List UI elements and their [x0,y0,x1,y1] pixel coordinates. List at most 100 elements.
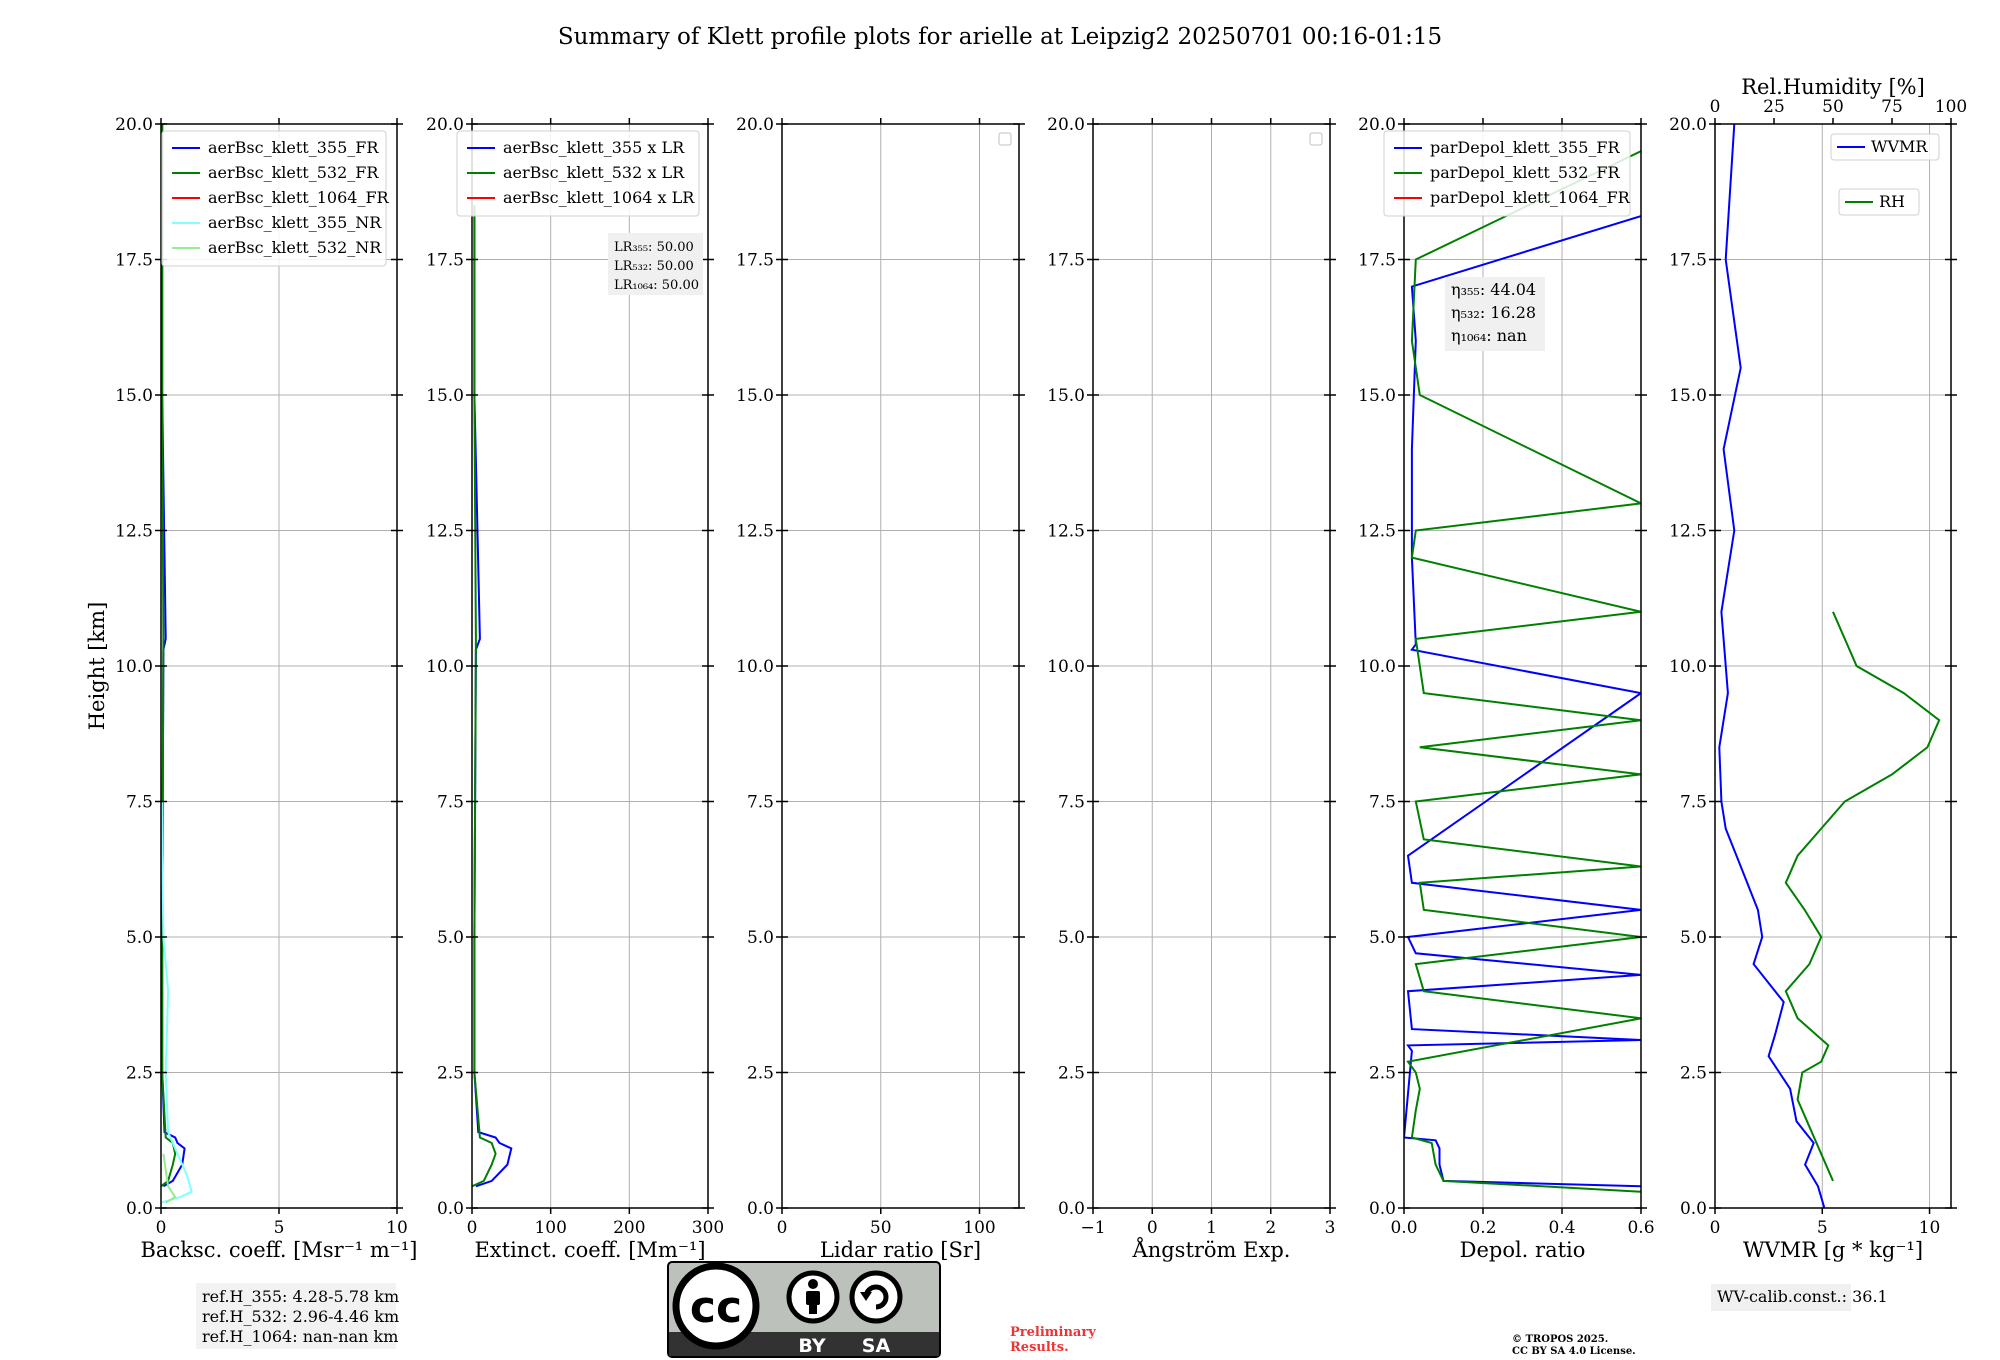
panel-lr: 0.0 2.5 5.0 7.5 10.0 12.5 15.0 17.5 20.0 0 50 100Li… [736,115,1025,1262]
y-tick-label: 2.5 [437,1064,464,1084]
annotation-text: η₃₅₅: 44.04 [1451,280,1536,299]
y-tick-label: 17.5 [1358,251,1396,271]
x-tick-label: −1 [1080,1218,1105,1238]
y-tick-label: 12.5 [1669,522,1707,542]
panel-ext: 0.02.55.07.510.012.515.017.520.00 100 200 3… [426,115,724,1262]
y-tick-label: 12.5 [736,522,774,542]
x2-tick-label: 0 [1710,97,1721,117]
series-line-aerBsc_klett_532_FR [161,124,177,1188]
legend-label: parDepol_klett_355_FR [1430,138,1621,157]
legend-label: parDepol_klett_532_FR [1430,163,1621,182]
x-axis-label: Depol. ratio [1460,1238,1586,1262]
cc-by-sa-logo: cc BY SA [667,1261,941,1358]
legend-label: aerBsc_klett_355 x LR [503,138,685,157]
x-tick-label: 0 [467,1218,478,1238]
y-tick-label: 5.0 [747,928,774,948]
x-tick-label: 300 [692,1218,724,1238]
y-tick-label: 0.0 [1680,1199,1707,1219]
y-tick-label: 12.5 [426,522,464,542]
y-tick-label: 17.5 [426,251,464,271]
y-tick-label: 0.0 [1369,1199,1396,1219]
x-tick-label: 100 [963,1218,995,1238]
y-tick-label: 5.0 [1680,928,1707,948]
y-tick-label: 0.0 [126,1199,153,1219]
y-tick-label: 20.0 [736,115,774,135]
x-axis-label: Ångström Exp. [1132,1237,1291,1262]
results-label: Results. [1010,1340,1069,1355]
x-tick-label: 0.6 [1627,1218,1654,1238]
y-tick-label: 7.5 [1680,793,1707,813]
legend-label: aerBsc_klett_355_NR [208,213,382,232]
legend: WVMR RH [1830,133,1940,216]
figure-title: Summary of Klett profile plots for ariel… [558,24,1442,50]
by-person-icon [786,1270,840,1324]
x-tick-label: 1 [1206,1218,1217,1238]
y-tick-label: 2.5 [1369,1064,1396,1084]
y-tick-label: 10.0 [426,657,464,677]
annotation-text: LR₃₅₅: 50.00 [614,240,694,255]
x-tick-label: 100 [534,1218,566,1238]
x2-tick-label: 100 [1935,97,1967,117]
legend-label: aerBsc_klett_532_NR [208,238,382,257]
x-tick-label: 0 [1147,1218,1158,1238]
y-tick-label: 7.5 [126,793,153,813]
annotation-text: η₅₃₂: 16.28 [1451,303,1536,322]
x-tick-label: 2 [1265,1218,1276,1238]
y-tick-label: 10.0 [115,657,153,677]
ref-height-355: ref.H_355: 4.28-5.78 km [202,1287,399,1306]
legend-label: aerBsc_klett_1064_FR [208,188,390,207]
series-line-aerBsc_klett_532 x LR [472,205,497,1188]
panel-wv: 0.02.55.07.510.012.515.017.520.00 5 10WVMR… [1669,75,1967,1311]
legend: parDepol_klett_355_FR parDepol_klett_532_… [1383,130,1631,217]
x-tick-label: 0 [1710,1218,1721,1238]
y-tick-label: 5.0 [1369,928,1396,948]
legend-label: aerBsc_klett_1064 x LR [503,188,695,207]
x-tick-label: 5 [274,1218,285,1238]
x2-axis-label: Rel.Humidity [%] [1741,75,1925,99]
x-tick-label: 0 [156,1218,167,1238]
x-tick-label: 10 [1919,1218,1941,1238]
y-tick-label: 7.5 [1369,793,1396,813]
legend: aerBsc_klett_355_FR aerBsc_klett_532_FRae… [161,130,390,267]
x2-tick-label: 25 [1763,97,1785,117]
y-tick-label: 17.5 [115,251,153,271]
annotation-text: η₁₀₆₄: nan [1451,326,1527,345]
y-tick-label: 17.5 [1669,251,1707,271]
y-tick-label: 7.5 [437,793,464,813]
copyright-line: © TROPOS 2025. [1512,1334,1608,1345]
y-tick-label: 5.0 [126,928,153,948]
y-tick-label: 10.0 [1047,657,1085,677]
x-axis-label: Extinct. coeff. [Mm⁻¹] [474,1238,705,1262]
x-tick-label: 3 [1325,1218,1336,1238]
x-tick-label: 5 [1817,1218,1828,1238]
x-tick-label: 50 [870,1218,892,1238]
y-tick-label: 15.0 [426,386,464,406]
y-tick-label: 10.0 [736,657,774,677]
y-tick-label: 15.0 [1358,386,1396,406]
panel-dep: 0.02.55.07.510.012.515.017.520.00.0 0.2 0.… [1358,115,1654,1262]
empty-legend-box [998,132,1012,146]
series-line-aerBsc_klett_355_FR [161,124,186,1188]
x-axis-label: WVMR [g * kg⁻¹] [1743,1238,1923,1262]
legend-label: aerBsc_klett_355_FR [208,138,379,157]
y-tick-label: 15.0 [1669,386,1707,406]
x2-tick-label: 75 [1881,97,1903,117]
x-tick-label: 10 [386,1218,408,1238]
series-line-RH [1784,611,1941,1182]
y-tick-label: 12.5 [1047,522,1085,542]
y-tick-label: 2.5 [126,1064,153,1084]
y-tick-label: 7.5 [1058,793,1085,813]
x-tick-label: 200 [613,1218,645,1238]
y-tick-label: 12.5 [115,522,153,542]
y-tick-label: 20.0 [1669,115,1707,135]
panel-ang: 0.0 2.5 5.0 7.5 10.0 12.5 15.0 17.5 20.0 −1 0 1 2 3 Ån… [1047,115,1336,1262]
y-tick-label: 0.0 [1058,1199,1085,1219]
y-tick-label: 2.5 [747,1064,774,1084]
x-tick-label: 0.0 [1390,1218,1417,1238]
y-tick-label: 17.5 [736,251,774,271]
cc-sa-label: SA [862,1335,891,1357]
ref-height-532: ref.H_532: 2.96-4.46 km [202,1307,399,1326]
x-axis-label: Backsc. coeff. [Msr⁻¹ m⁻¹] [141,1238,418,1262]
annotation-text: LR₁₀₆₄: 50.00 [614,278,699,293]
y-tick-label: 0.0 [747,1199,774,1219]
